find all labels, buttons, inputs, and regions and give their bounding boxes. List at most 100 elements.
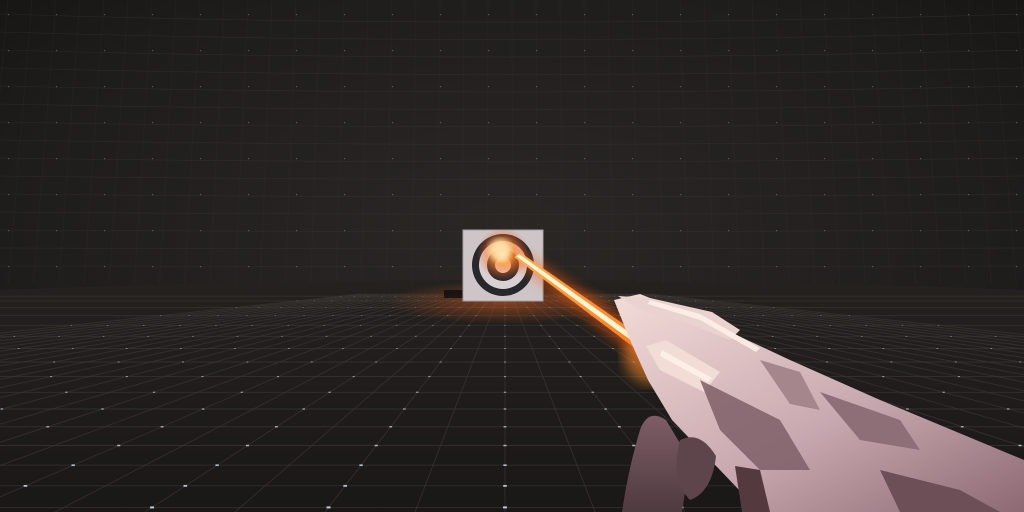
wall-marker-dot	[248, 122, 250, 124]
floor-marker-dot	[274, 426, 278, 428]
floor-marker-dot	[359, 464, 363, 467]
wall-marker-dot	[968, 122, 970, 124]
wall-marker-dot	[440, 158, 442, 160]
floor-marker-dot	[65, 391, 68, 393]
wall-marker-dot	[392, 14, 394, 16]
floor-marker-dot	[627, 295, 629, 297]
floor-marker-dot	[694, 300, 697, 302]
wall-marker-dot	[1016, 158, 1018, 160]
wall-marker-dot	[56, 86, 58, 88]
wall-marker-dot	[920, 158, 922, 160]
floor-marker-dot	[994, 335, 997, 337]
floor-marker-dot	[383, 300, 385, 302]
floor-marker-dot	[50, 376, 53, 378]
floor-marker-dot	[179, 348, 182, 349]
wall-marker-dot	[200, 122, 202, 124]
floor-marker-dot	[503, 464, 507, 467]
wall-marker-dot	[200, 266, 202, 268]
floor-marker-dot	[750, 307, 752, 308]
wall-marker-dot	[200, 230, 202, 232]
floor-marker-dot	[503, 426, 507, 428]
floor-marker-dot	[865, 324, 868, 326]
floor-marker-dot	[861, 335, 863, 337]
floor-marker-dot	[459, 335, 462, 337]
wall-marker-dot	[728, 230, 730, 232]
wall-marker-dot	[296, 266, 298, 268]
floor-marker-dot	[323, 324, 326, 326]
wall-marker-dot	[872, 266, 874, 268]
floor-marker-dot	[58, 335, 60, 337]
game-viewport[interactable]	[0, 0, 1024, 512]
floor-marker-dot	[201, 376, 204, 378]
floor-marker-dot	[245, 444, 250, 447]
wall-marker-dot	[872, 14, 874, 16]
wall-marker-dot	[56, 158, 58, 160]
floor-marker-dot	[310, 361, 313, 363]
wall-marker-dot	[968, 50, 970, 52]
floor-marker-dot	[757, 324, 759, 326]
wall-marker-dot	[536, 50, 538, 52]
wall-marker-dot	[152, 86, 154, 88]
target-shadow	[444, 290, 464, 298]
floor-marker-dot	[17, 348, 20, 349]
wall-marker-dot	[344, 50, 346, 52]
floor-marker-dot	[503, 444, 507, 447]
wall-marker-dot	[296, 230, 298, 232]
floor-marker-dot	[71, 464, 75, 467]
floor-marker-dot	[503, 376, 507, 378]
floor-marker-dot	[348, 300, 350, 302]
wall-marker-dot	[920, 86, 922, 88]
floor-marker-dot	[901, 324, 904, 326]
wall-marker-dot	[680, 230, 682, 232]
floor-marker-dot	[182, 361, 184, 363]
wall-marker-dot	[680, 50, 682, 52]
floor-marker-dot	[370, 335, 372, 337]
wall-marker-dot	[56, 122, 58, 124]
wall-marker-dot	[8, 86, 10, 88]
floor-marker-dot	[360, 315, 363, 316]
wall-marker-dot	[440, 266, 442, 268]
wall-marker-dot	[104, 266, 106, 268]
wall-marker-dot	[824, 194, 826, 196]
floor-marker-dot	[468, 324, 470, 326]
floor-marker-dot	[503, 506, 507, 509]
wall-marker-dot	[680, 86, 682, 88]
floor-marker-dot	[791, 315, 793, 316]
floor-marker-dot	[150, 506, 155, 509]
wall-marker-dot	[584, 122, 586, 124]
floor-marker-dot	[71, 348, 74, 349]
floor-marker-dot	[677, 300, 679, 302]
floor-marker-dot	[235, 307, 237, 308]
wall-marker-dot	[872, 86, 874, 88]
floor-marker-dot	[215, 464, 219, 467]
wall-marker-dot	[104, 14, 106, 16]
wall-marker-dot	[584, 230, 586, 232]
floor-marker-dot	[236, 335, 239, 337]
floor-marker-dot	[432, 324, 434, 326]
floor-marker-dot	[258, 307, 260, 308]
floor-marker-dot	[668, 295, 670, 297]
wall-marker-dot	[56, 50, 58, 52]
wall-marker-dot	[728, 266, 730, 268]
wall-marker-dot	[488, 122, 490, 124]
floor-marker-dot	[937, 324, 940, 326]
wall-marker-dot	[248, 14, 250, 16]
floor-marker-dot	[712, 300, 714, 302]
wall-marker-dot	[536, 14, 538, 16]
wall-marker-dot	[104, 158, 106, 160]
wall-marker-dot	[584, 86, 586, 88]
wall-marker-dot	[920, 194, 922, 196]
wall-marker-dot	[8, 266, 10, 268]
floor-marker-dot	[828, 348, 831, 349]
floor-marker-dot	[1018, 444, 1022, 447]
floor-marker-dot	[375, 361, 378, 363]
wall-marker-dot	[824, 50, 826, 52]
floor-marker-dot	[125, 348, 128, 349]
floor-marker-dot	[160, 426, 164, 428]
floor-marker-dot	[302, 408, 306, 410]
wall-marker-dot	[728, 86, 730, 88]
laser-hit-spot	[489, 239, 511, 261]
wall-marker-dot	[968, 194, 970, 196]
floor-marker-dot	[906, 408, 909, 410]
wall-marker-dot	[488, 50, 490, 52]
